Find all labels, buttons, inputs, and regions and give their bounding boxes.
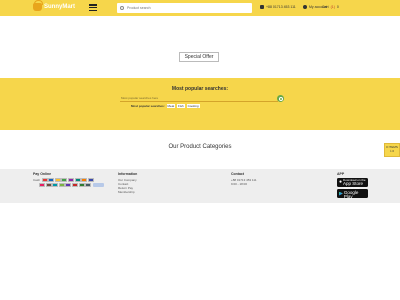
side-cart-total: ৳ 0 [390,148,394,153]
cart-link[interactable]: Cart (1) 0 [322,5,339,9]
bkash-logo-icon [92,182,104,187]
payment-badge [74,177,81,182]
payment-badge [58,182,65,187]
search-go-icon[interactable] [277,95,284,102]
footer-info-column: Information Our Company Contact Return P… [118,172,137,194]
popular-tags: Most popular searches: Meat Fish Cooking [131,104,200,108]
payment-badge [87,177,94,182]
app-title: APP [337,172,345,176]
cart-count: (1) [330,5,335,9]
hamburger-menu-icon[interactable] [89,4,97,11]
logo-text: SunnyMart [44,4,76,10]
google-play-icon [339,191,343,196]
payment-badge [78,182,85,187]
search-box[interactable] [117,3,252,13]
payment-badge [52,182,59,187]
popular-searches-section: Most popular searches: [0,78,400,130]
popular-tag[interactable]: Meat [166,104,176,108]
pay-online-title: Pay Online [33,172,52,176]
popular-searches-title: Most popular searches: [171,86,229,92]
footer-pay-column: Pay Online Cash [33,172,104,187]
header-phone: +88 01713 453 111 [266,5,296,9]
payment-methods: Cash [33,177,104,182]
basket-icon [33,0,43,11]
search-input[interactable] [127,4,237,12]
popular-tag[interactable]: Fish [177,104,185,108]
search-icon [120,6,124,10]
contact-title: Contact [231,172,245,176]
payment-badge [85,182,92,187]
payment-badge [61,177,68,182]
cash-label: Cash [33,177,41,182]
header-bar: SunnyMart +88 01713 453 111 My account C… [0,0,400,16]
popular-tags-label: Most popular searches: [131,104,165,108]
apple-icon: ● [339,179,343,185]
information-title: Information [118,172,138,176]
payment-badge [67,177,74,182]
payment-badge [65,182,72,187]
popular-tag[interactable]: Cooking [186,104,200,108]
footer-contact-column: Contact +88 01713 453 111 9:00 - 18:00 [231,172,257,186]
footer-phone[interactable]: +88 01713 453 111 [231,178,257,182]
payment-badge [39,182,45,187]
product-categories-title: Our Product Categories [168,144,232,150]
payment-methods-row2 [33,182,104,187]
popular-search-input[interactable]: Most popular searches here [120,95,278,102]
footer-link[interactable]: Our Company [118,178,137,182]
payment-badge [81,177,88,182]
google-play-big-text: Google Play [343,189,359,200]
google-play-button[interactable]: GET IT ON Google Play [337,187,368,200]
logo[interactable]: SunnyMart [33,0,76,11]
payment-badge [54,177,61,182]
payment-badge [71,182,78,187]
payment-badge [41,177,48,182]
special-offer-heading: Special Offer [179,52,219,62]
side-cart-tab[interactable]: 0 ITEMS ৳ 0 [384,143,400,157]
cart-total: 0 [336,5,339,9]
phone-icon [260,5,264,9]
payment-badge [45,182,52,187]
user-icon [303,5,307,9]
google-play-text: GET IT ON Google Play [344,187,368,200]
phone-contact[interactable]: +88 01713 453 111 [260,5,296,9]
payment-badge [48,177,55,182]
footer-link[interactable]: Membership [118,190,137,194]
footer-hours: 9:00 - 18:00 [231,181,248,186]
cart-label: Cart [322,5,329,9]
